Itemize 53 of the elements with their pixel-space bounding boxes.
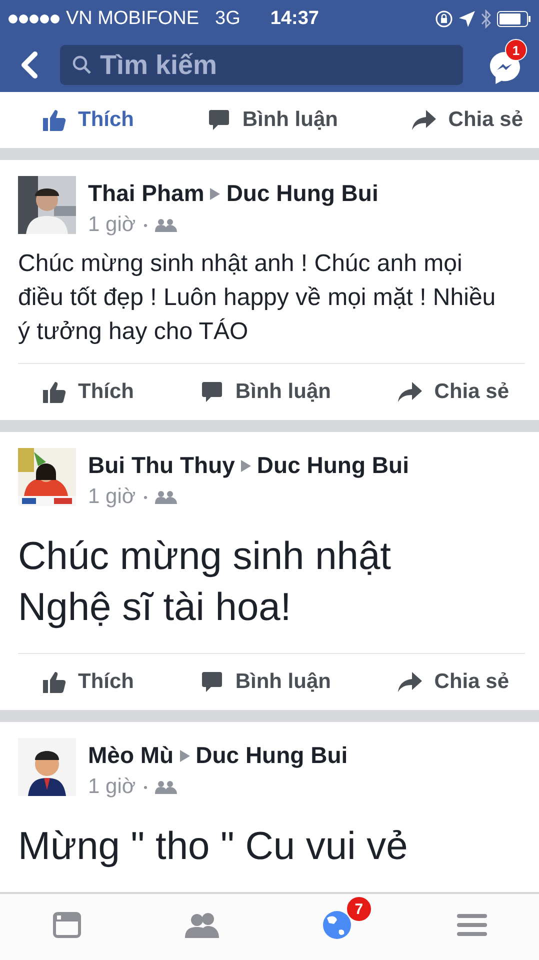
carrier-name: VN MOBIFONE <box>66 8 200 30</box>
comment-button[interactable]: Bình luận <box>199 376 333 408</box>
search-field[interactable]: Tìm kiếm <box>60 45 463 85</box>
thumbs-up-icon <box>42 109 66 131</box>
back-icon[interactable] <box>20 51 38 79</box>
friends-icon <box>154 780 177 794</box>
target-name[interactable]: Duc Hung Bui <box>196 742 348 769</box>
share-icon <box>398 382 422 402</box>
arrow-icon <box>210 188 220 200</box>
news-feed-icon[interactable] <box>53 912 82 938</box>
rotation-lock-icon <box>435 10 453 28</box>
separator-dot <box>144 496 147 498</box>
location-arrow-icon <box>459 11 475 27</box>
comment-icon <box>208 109 230 131</box>
globe-icon[interactable] <box>322 910 352 940</box>
notification-badge: 1 <box>505 39 527 61</box>
thumbs-up-icon <box>42 381 66 403</box>
comment-icon <box>201 671 224 693</box>
friends-icon <box>154 490 177 504</box>
menu-icon[interactable] <box>456 913 487 937</box>
notification-badge: 7 <box>346 896 372 922</box>
friends-icon <box>154 218 177 232</box>
signal-icon <box>8 14 60 24</box>
share-button[interactable]: Chia sẻ <box>410 104 525 136</box>
comment-button[interactable]: Bình luận <box>206 104 340 136</box>
like-button[interactable]: Thích <box>40 376 136 408</box>
like-button[interactable]: Thích <box>40 104 136 136</box>
thumbs-up-icon <box>42 671 66 693</box>
target-name[interactable]: Duc Hung Bui <box>256 452 409 479</box>
share-icon <box>398 672 422 692</box>
friends-icon[interactable] <box>185 912 220 938</box>
comment-icon <box>201 381 224 403</box>
arrow-icon <box>180 750 190 762</box>
arrow-icon <box>240 460 251 472</box>
share-icon <box>412 110 436 130</box>
clock-time: 14:37 <box>270 8 319 30</box>
share-button[interactable]: Chia sẻ <box>396 666 511 698</box>
like-button[interactable]: Thích <box>40 666 136 698</box>
target-name[interactable]: Duc Hung Bui <box>226 180 378 207</box>
bluetooth-icon <box>481 9 491 29</box>
comment-button[interactable]: Bình luận <box>199 666 333 698</box>
post-text: Mừng " tho " Cu vui vẻ <box>17 824 409 870</box>
separator-dot <box>144 224 147 226</box>
search-icon <box>72 55 92 75</box>
author-name[interactable]: Bui Thu Thuy <box>88 452 235 479</box>
post-text: Chúc mừng sinh nhật Nghệ sĩ tài hoa! <box>17 534 392 631</box>
share-button[interactable]: Chia sẻ <box>396 376 511 408</box>
author-name[interactable]: Mèo Mù <box>88 742 174 769</box>
separator-dot <box>144 786 147 788</box>
post-text: Chúc mừng sinh nhật anh ! Chúc anh mọi điều tốt đẹp ! Luôn happy về mọi mặt ! Nhiều ý tưởng hay cho TÁO <box>17 249 497 347</box>
network-type: 3G <box>215 8 240 30</box>
author-name[interactable]: Thai Pham <box>88 180 204 207</box>
battery-icon <box>497 11 531 27</box>
